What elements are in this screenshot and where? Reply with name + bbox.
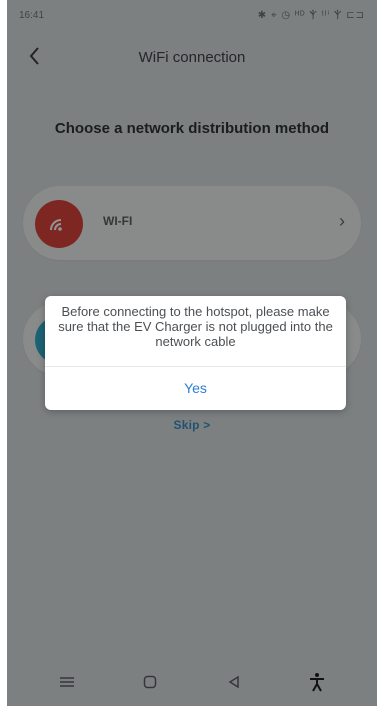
hotspot-warning-dialog: Before connecting to the hotspot, please… (45, 296, 346, 410)
yes-button[interactable]: Yes (45, 368, 346, 408)
dialog-divider (45, 366, 346, 367)
dialog-message: Before connecting to the hotspot, please… (58, 304, 333, 349)
app-screen: 16:41 ✱ ⌖ ◷ ᴴᴰ Ⲯ ᵗᴵⁱ Ⲯ ⊏⊐ WiFi connectio… (7, 0, 377, 706)
